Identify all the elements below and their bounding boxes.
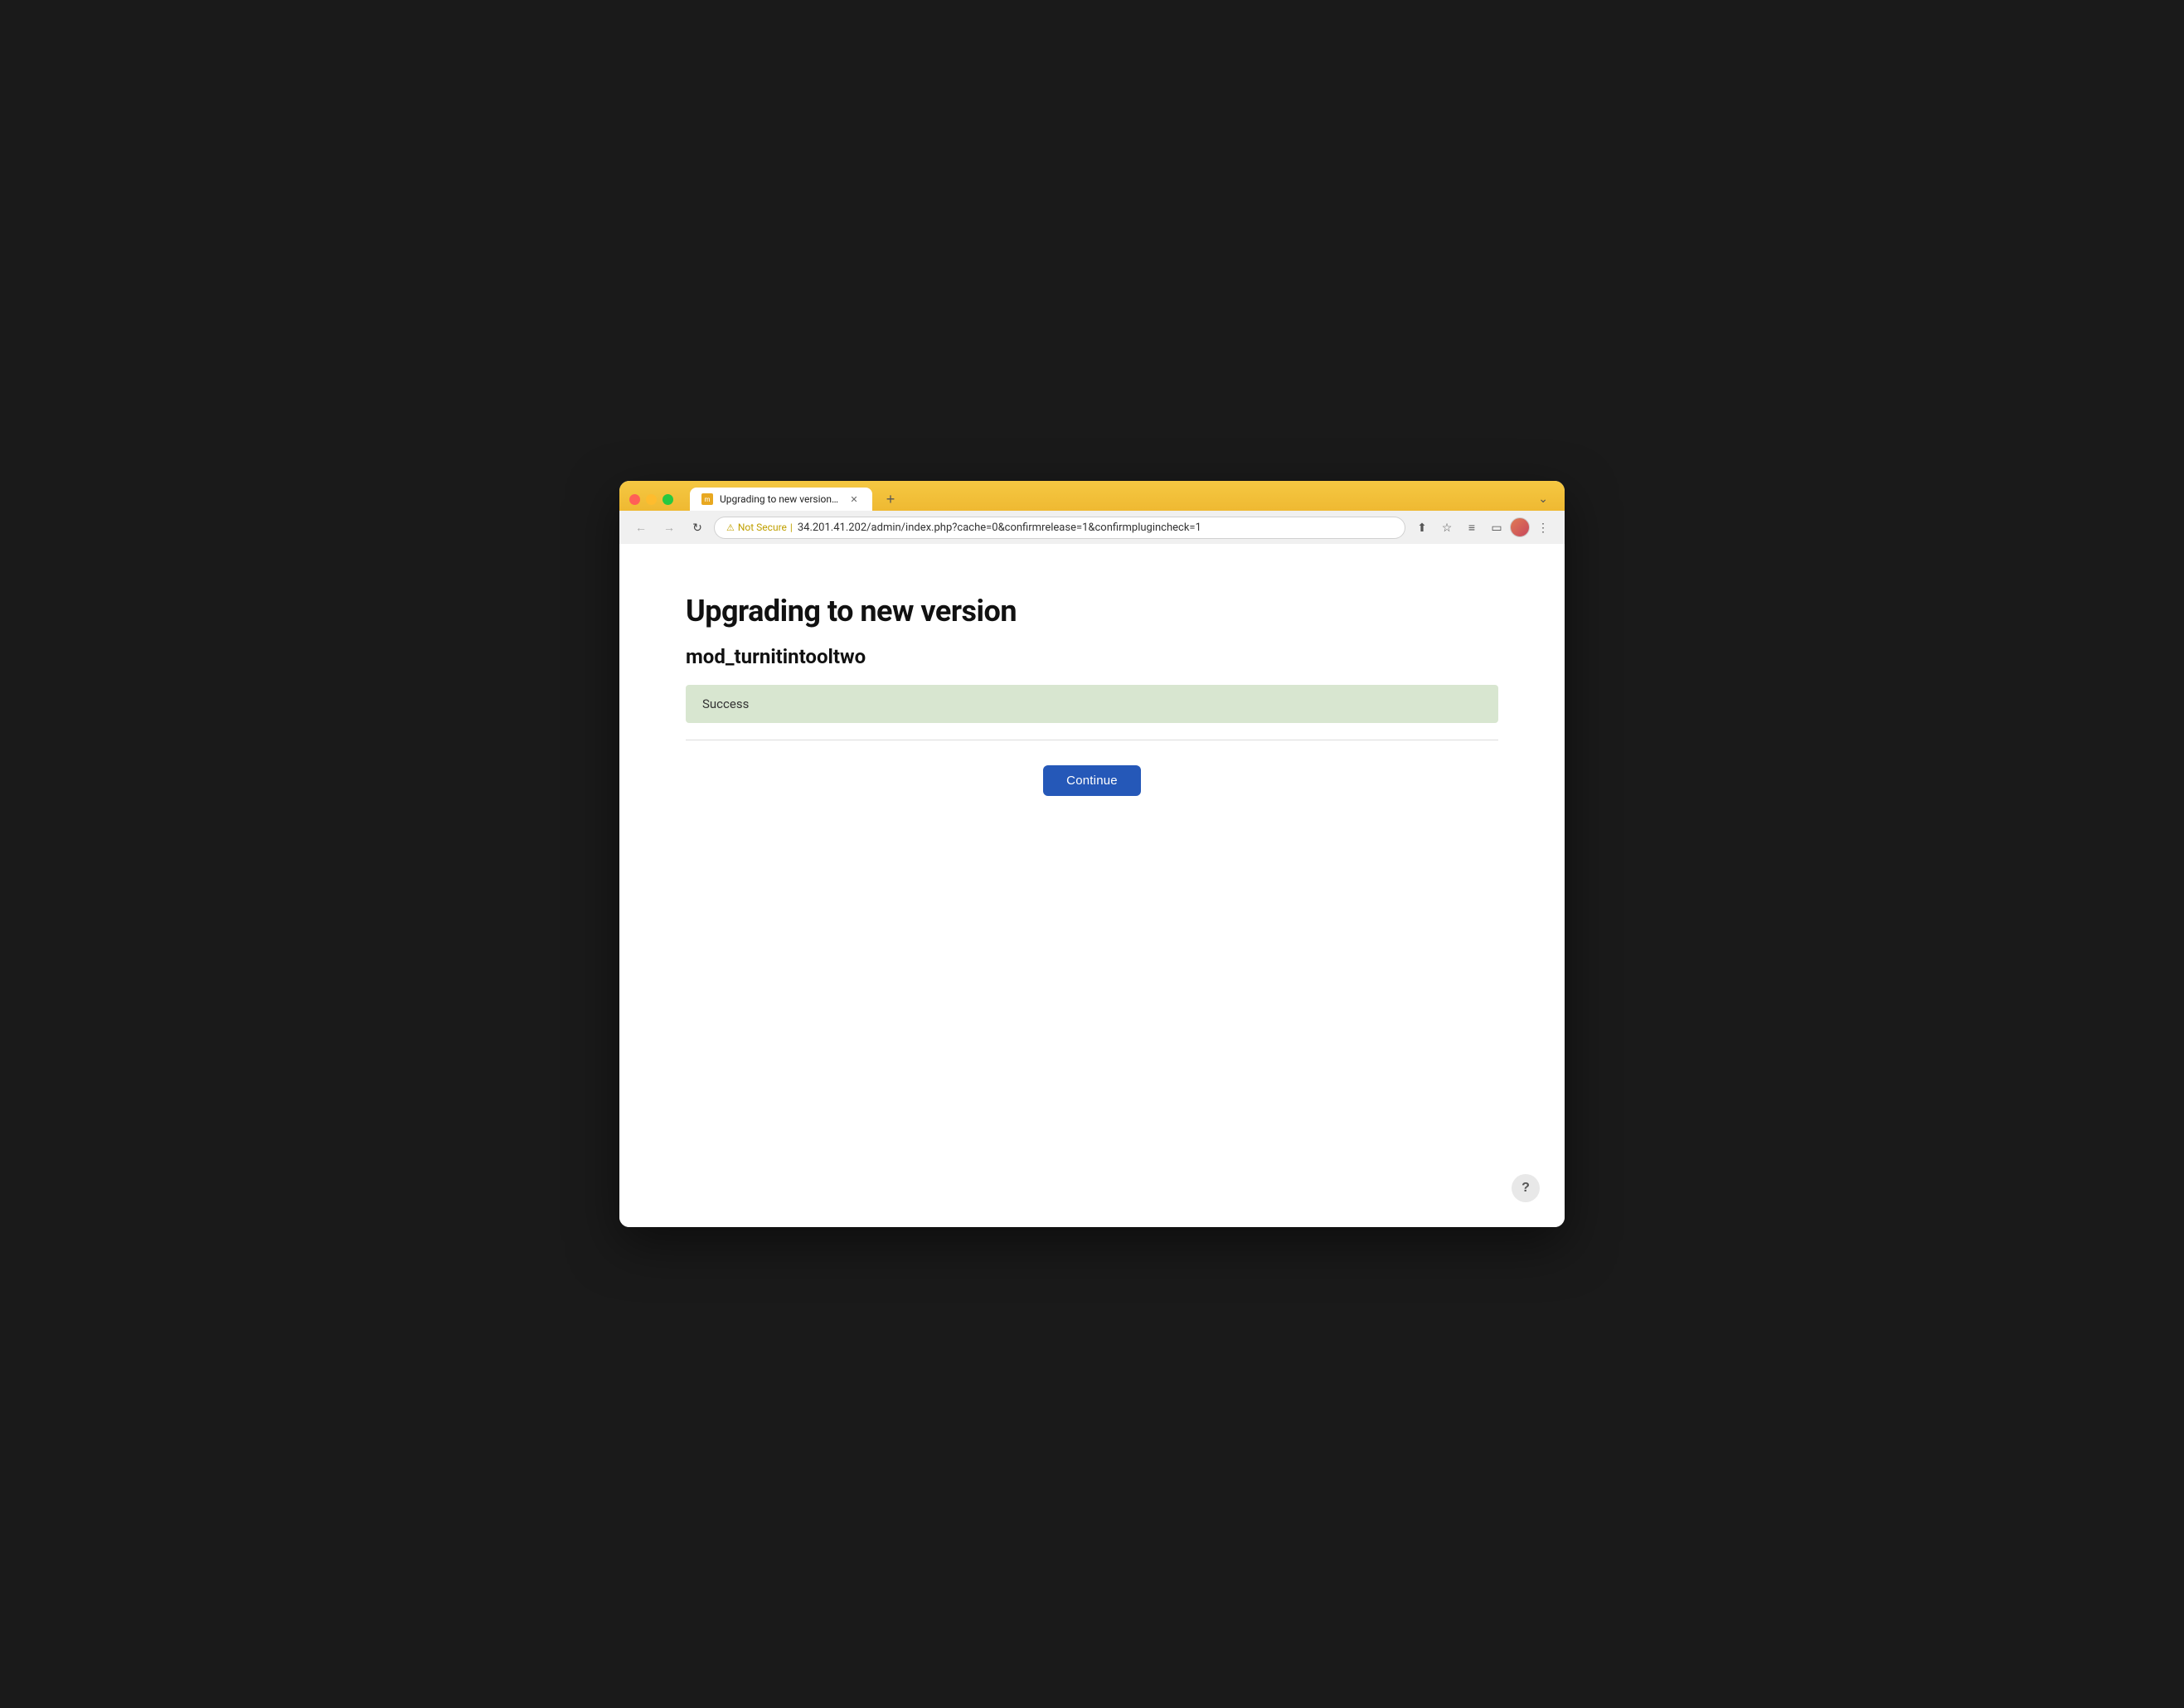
security-label: Not Secure	[738, 522, 787, 533]
address-actions: ⬆ ☆ ≡ ▭ ⋮	[1410, 516, 1555, 539]
continue-button[interactable]: Continue	[1043, 765, 1141, 796]
title-bar: m Upgrading to new version - Mo ✕ + ⌄ ← …	[619, 481, 1565, 544]
plugin-name: mod_turnitintooltwo	[686, 645, 1498, 668]
forward-button[interactable]: →	[658, 516, 681, 539]
success-text: Success	[702, 696, 749, 711]
back-button[interactable]: ←	[629, 516, 653, 539]
tab-favicon-icon: m	[701, 493, 713, 505]
address-bar-row: ← → ↻ ⚠ Not Secure | 34.201.41.202/admin…	[619, 511, 1565, 544]
menu-button[interactable]: ⋮	[1531, 516, 1555, 539]
window-controls	[629, 494, 673, 505]
address-bar[interactable]: ⚠ Not Secure | 34.201.41.202/admin/index…	[714, 517, 1405, 539]
extensions-button[interactable]: ≡	[1460, 516, 1483, 539]
profile-icon[interactable]	[1510, 517, 1530, 537]
active-tab[interactable]: m Upgrading to new version - Mo ✕	[690, 488, 872, 511]
tab-title: Upgrading to new version - Mo	[720, 493, 841, 505]
minimize-button[interactable]	[646, 494, 657, 505]
chevron-down-icon: ⌄	[1531, 489, 1555, 509]
tab-close-button[interactable]: ✕	[847, 493, 861, 506]
tab-row: m Upgrading to new version - Mo ✕ + ⌄	[619, 481, 1565, 511]
maximize-button[interactable]	[662, 494, 673, 505]
help-button[interactable]: ?	[1512, 1174, 1540, 1202]
share-button[interactable]: ⬆	[1410, 516, 1434, 539]
refresh-button[interactable]: ↻	[686, 516, 709, 539]
page-content: Upgrading to new version mod_turnitintoo…	[619, 544, 1565, 1227]
bookmark-button[interactable]: ☆	[1435, 516, 1458, 539]
page-title: Upgrading to new version	[686, 594, 1498, 628]
sidebar-button[interactable]: ▭	[1485, 516, 1508, 539]
url-separator: |	[790, 522, 793, 533]
success-message-box: Success	[686, 685, 1498, 723]
url-text: 34.201.41.202/admin/index.php?cache=0&co…	[798, 522, 1201, 534]
warning-icon: ⚠	[726, 522, 735, 533]
browser-window: m Upgrading to new version - Mo ✕ + ⌄ ← …	[619, 481, 1565, 1227]
close-button[interactable]	[629, 494, 640, 505]
new-tab-button[interactable]: +	[879, 488, 902, 511]
security-warning: ⚠ Not Secure |	[726, 522, 793, 533]
